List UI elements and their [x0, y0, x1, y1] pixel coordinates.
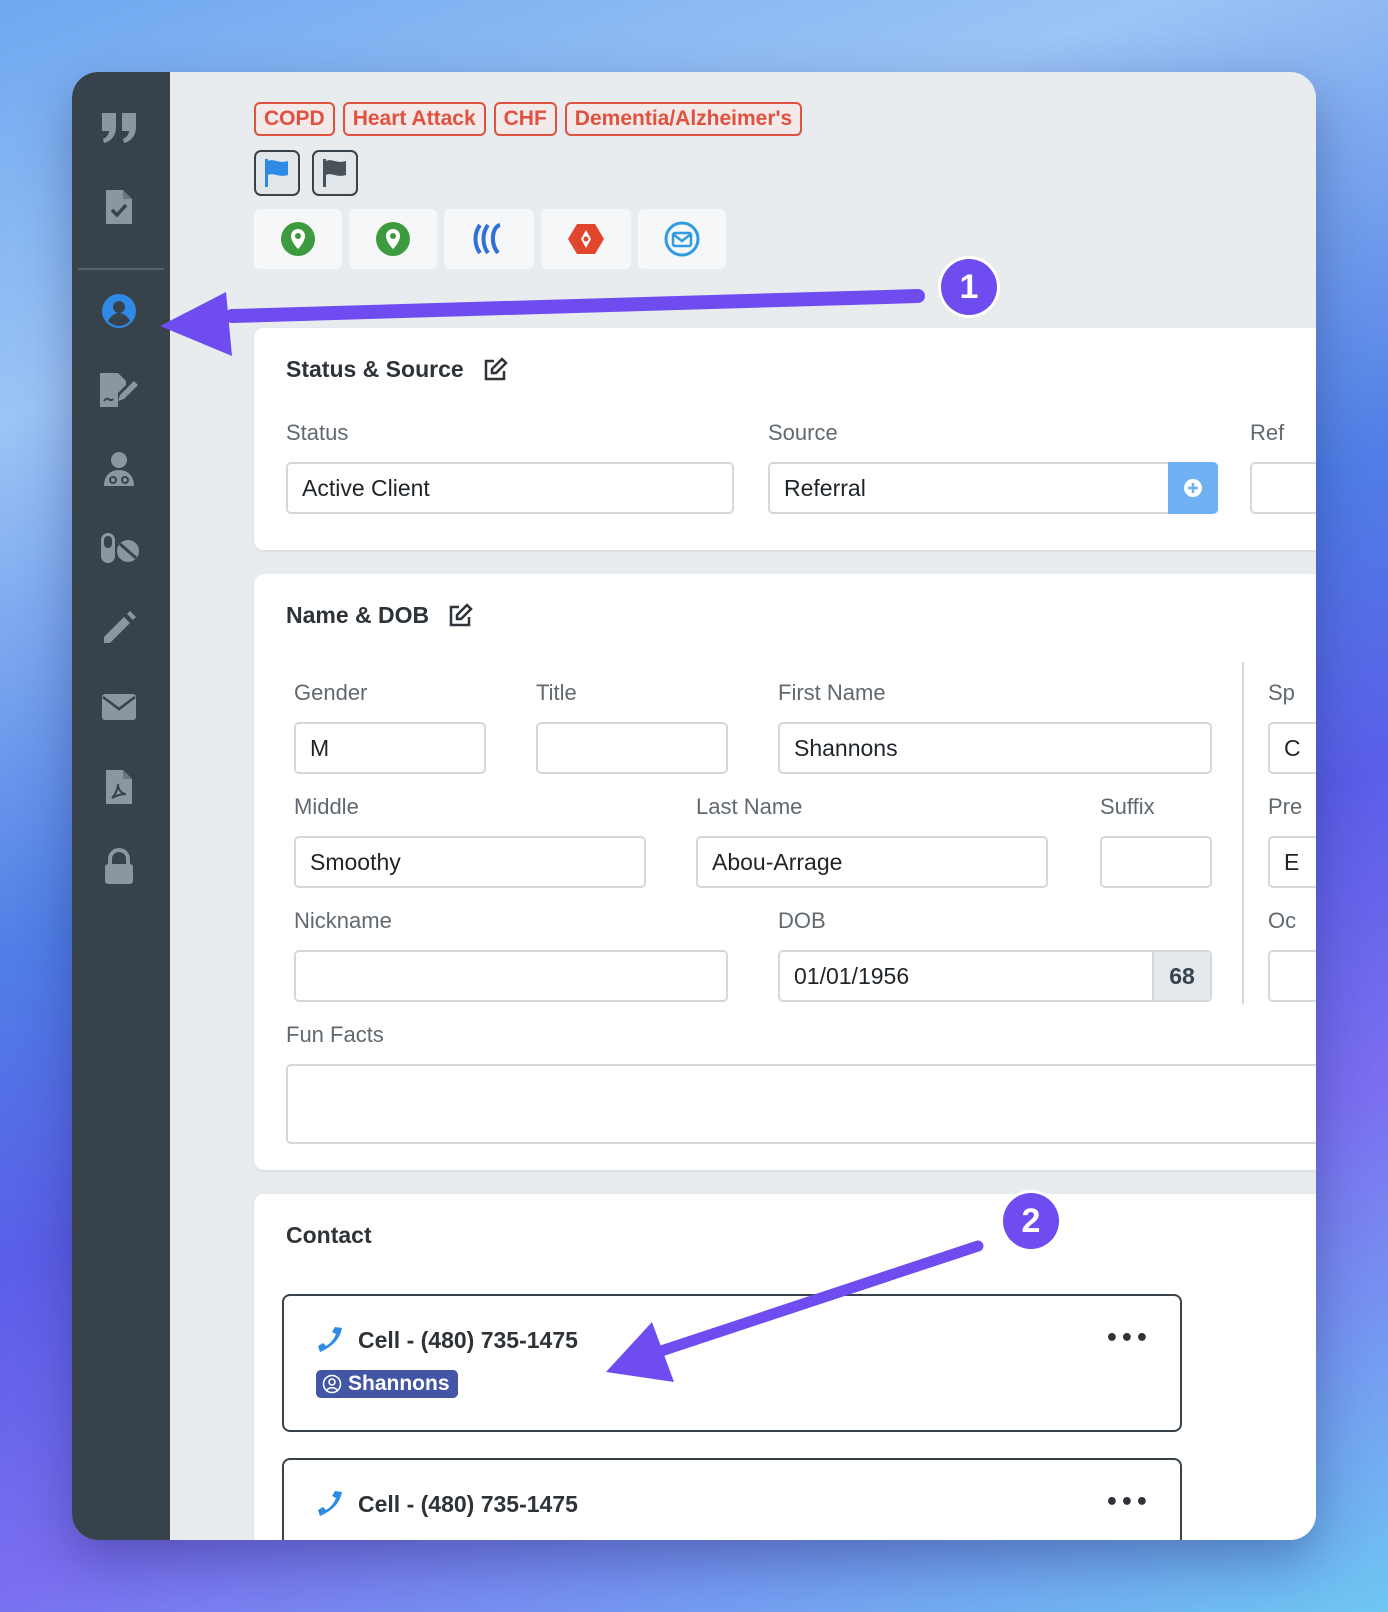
contact-phone-text: Cell - (480) 735-1475 — [358, 1326, 578, 1353]
main-content: COPD Heart Attack CHF Dementia/Alzheimer… — [170, 72, 1316, 1540]
pre-field[interactable]: E — [1268, 836, 1316, 888]
status-field[interactable]: Active Client — [286, 462, 734, 514]
phone-icon — [318, 1491, 342, 1516]
signal-app-button[interactable] — [444, 209, 534, 269]
name-dob-title: Name & DOB — [286, 602, 473, 629]
map-pin-icon — [281, 222, 315, 256]
oc-field[interactable] — [1268, 950, 1316, 1002]
name-dob-card: Name & DOB Gender M Title First Name Sha… — [254, 574, 1316, 1170]
title-label: Title — [536, 680, 577, 705]
more-options-icon[interactable]: ••• — [1105, 1326, 1150, 1351]
blue-flag-button[interactable] — [254, 150, 300, 196]
mail-app-button[interactable] — [638, 209, 726, 269]
app-window: COPD Heart Attack CHF Dementia/Alzheimer… — [72, 72, 1316, 1540]
plus-circle-icon — [1184, 479, 1202, 497]
envelope-icon[interactable] — [96, 684, 142, 730]
grey-flag-button[interactable] — [312, 150, 358, 196]
hexagon-app-button[interactable] — [541, 209, 631, 269]
title-field[interactable] — [536, 722, 728, 774]
suffix-field[interactable] — [1100, 836, 1212, 888]
condition-tags: COPD Heart Attack CHF Dementia/Alzheimer… — [254, 102, 803, 136]
first-name-field[interactable]: Shannons — [778, 722, 1212, 774]
signature-icon[interactable] — [96, 367, 142, 413]
dob-value: 01/01/1956 — [794, 962, 910, 989]
flag-buttons — [254, 150, 358, 196]
gender-field[interactable]: M — [294, 722, 486, 774]
integration-buttons — [254, 209, 726, 269]
pdf-file-icon[interactable] — [96, 764, 142, 810]
sidebar-divider — [78, 268, 164, 270]
first-name-label: First Name — [778, 680, 886, 705]
gender-label: Gender — [294, 680, 368, 705]
nickname-label: Nickname — [294, 908, 392, 933]
sidebar — [72, 72, 170, 1540]
contact-title: Contact — [286, 1222, 372, 1248]
tag-chf[interactable]: CHF — [493, 102, 557, 136]
flag-icon — [323, 159, 346, 187]
oc-label: Oc — [1268, 908, 1297, 933]
mail-circle-icon — [664, 221, 700, 257]
map-pin-icon — [376, 222, 410, 256]
dob-label: DOB — [778, 908, 826, 933]
source-value: Referral — [784, 474, 866, 501]
signal-waves-icon — [473, 223, 501, 255]
contact-entry[interactable]: Cell - (480) 735-1475 ••• — [282, 1458, 1182, 1540]
hexagon-icon — [568, 224, 604, 254]
source-field[interactable]: Referral — [768, 462, 1218, 514]
lock-icon[interactable] — [96, 844, 142, 890]
nickname-field[interactable] — [294, 950, 728, 1002]
pills-icon[interactable] — [96, 525, 142, 571]
dob-field[interactable]: 01/01/1956 — [778, 950, 1212, 1002]
map-pin-button[interactable] — [254, 209, 342, 269]
pencil-icon[interactable] — [96, 605, 142, 651]
ref-field[interactable] — [1250, 462, 1316, 514]
contact-phone-line: Cell - (480) 735-1475 — [316, 1326, 578, 1354]
add-source-button[interactable] — [1168, 462, 1218, 514]
checklist-file-icon[interactable] — [96, 184, 142, 230]
column-divider — [1242, 662, 1244, 1004]
fun-facts-field[interactable] — [286, 1064, 1316, 1144]
flag-icon — [265, 159, 288, 187]
user-circle-icon — [322, 1374, 342, 1394]
phone-icon — [318, 1327, 342, 1352]
status-label: Status — [286, 420, 349, 445]
contact-entry[interactable]: Cell - (480) 735-1475 Shannons ••• — [282, 1294, 1182, 1432]
map-pin-button-2[interactable] — [349, 209, 437, 269]
tag-heart-attack[interactable]: Heart Attack — [342, 102, 486, 136]
source-label: Source — [768, 420, 838, 445]
middle-label: Middle — [294, 794, 359, 819]
sp-label: Sp — [1268, 680, 1295, 705]
more-options-icon[interactable]: ••• — [1105, 1490, 1150, 1515]
contact-person-badge[interactable]: Shannons — [316, 1370, 458, 1398]
edit-icon[interactable] — [482, 356, 508, 383]
user-circle-icon[interactable] — [96, 288, 142, 334]
annotation-badge-2: 2 — [1003, 1193, 1059, 1249]
contact-card: Contact Cell - (480) 735-1475 Shannons •… — [254, 1194, 1316, 1540]
contact-person-name: Shannons — [348, 1372, 450, 1395]
tag-copd[interactable]: COPD — [254, 102, 335, 136]
sp-field[interactable]: C — [1268, 722, 1316, 774]
age-addon: 68 — [1152, 952, 1210, 1000]
contact-phone-line: Cell - (480) 735-1475 — [316, 1490, 578, 1518]
tag-dementia[interactable]: Dementia/Alzheimer's — [564, 102, 803, 136]
last-name-field[interactable]: Abou-Arrage — [696, 836, 1048, 888]
status-source-card: Status & Source Status Active Client Sou… — [254, 328, 1316, 550]
ref-label: Ref — [1250, 420, 1285, 445]
quote-icon[interactable] — [96, 105, 142, 151]
middle-field[interactable]: Smoothy — [294, 836, 646, 888]
edit-icon[interactable] — [447, 602, 473, 629]
suffix-label: Suffix — [1100, 794, 1155, 819]
fun-facts-label: Fun Facts — [286, 1022, 384, 1047]
last-name-label: Last Name — [696, 794, 803, 819]
contact-phone-text: Cell - (480) 735-1475 — [358, 1490, 578, 1517]
status-source-title: Status & Source — [286, 356, 508, 383]
pre-label: Pre — [1268, 794, 1303, 819]
caregiver-icon[interactable] — [96, 446, 142, 492]
annotation-badge-1: 1 — [941, 259, 997, 315]
